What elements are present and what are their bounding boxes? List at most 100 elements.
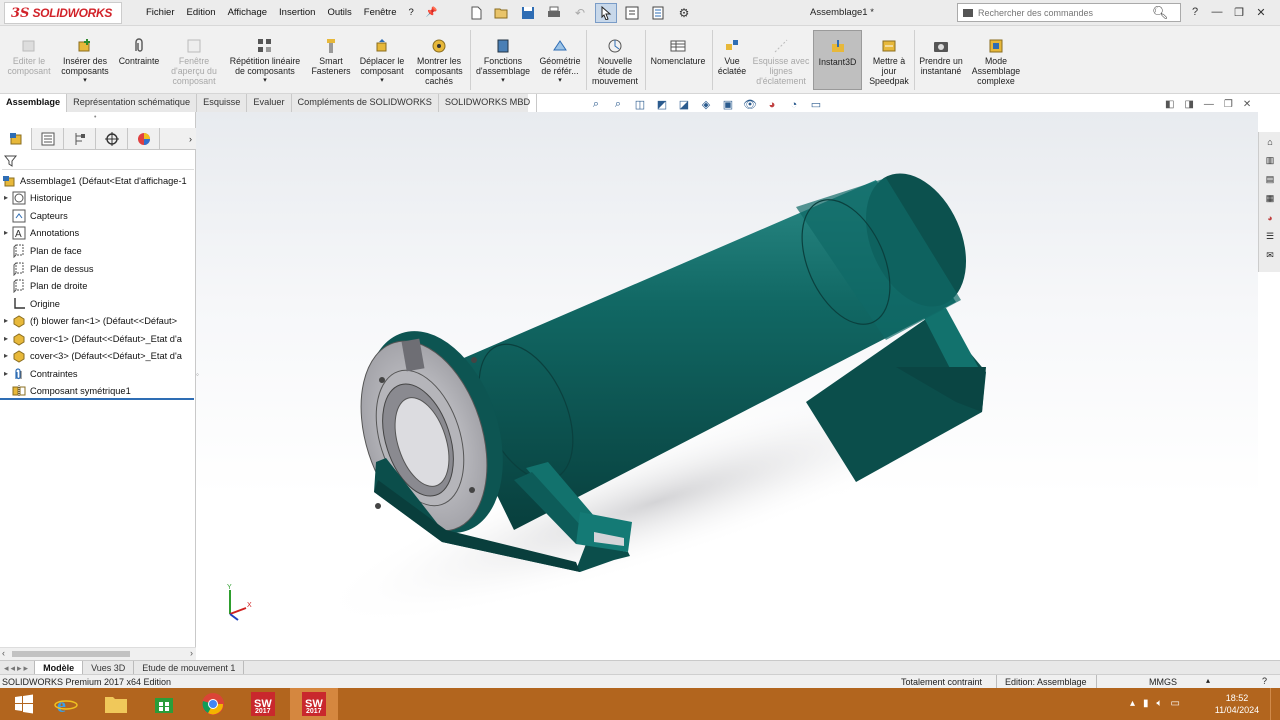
open-icon[interactable] [491, 3, 513, 23]
menu-fenetre[interactable]: Fenêtre [358, 4, 403, 21]
expand-arrow-icon[interactable]: ▸ [0, 228, 12, 237]
edit-appearance-icon[interactable]: ◕ [764, 97, 780, 112]
tab-feature-manager[interactable] [0, 128, 32, 150]
zoom-to-area-icon[interactable]: ⌕ [610, 97, 626, 112]
tab-evaluer[interactable]: Evaluer [247, 94, 292, 112]
select-cursor-icon[interactable] [595, 3, 617, 23]
tree-root-assembly[interactable]: Assemblage1 (Défaut<Etat d'affichage-1 [2, 172, 187, 189]
minimize-button[interactable]: — [1207, 3, 1227, 21]
viewport-close-button[interactable]: ✕ [1243, 99, 1251, 110]
menu-fichier[interactable]: Fichier [140, 4, 181, 21]
menu-outils[interactable]: Outils [321, 4, 357, 21]
tab-nav-arrows-icon[interactable]: ◂◂▸▸ [0, 660, 36, 675]
tab-modele[interactable]: Modèle [35, 660, 84, 675]
tab-property-manager[interactable] [32, 128, 64, 150]
close-button[interactable]: ✕ [1251, 3, 1271, 21]
file-explorer-button[interactable] [92, 688, 140, 720]
insert-components-button[interactable]: Insérer des composants ▾ [57, 38, 113, 86]
menu-insertion[interactable]: Insertion [273, 4, 321, 21]
view-palette-icon[interactable]: ▦ [1259, 189, 1280, 208]
tab-mbd[interactable]: SOLIDWORKS MBD [439, 94, 538, 112]
print-icon[interactable] [543, 3, 565, 23]
tree-item-cover-3[interactable]: ▸ cover<3> (Défaut<<Défaut>_Etat d'a [0, 347, 182, 364]
options-gear-icon[interactable]: ⚙ [673, 3, 695, 23]
volume-icon[interactable]: 🔈︎ [1157, 698, 1163, 709]
keyboard-icon[interactable]: ▭ [1171, 698, 1180, 709]
tree-item-blower-fan[interactable]: ▸ (f) blower fan<1> (Défaut<<Défaut> [0, 312, 177, 329]
scrollbar-thumb[interactable] [12, 651, 130, 657]
tab-more-chevron-icon[interactable]: › [160, 128, 196, 150]
undo-icon[interactable]: ↶ [569, 3, 591, 23]
tree-item-mirror-component[interactable]: Composant symétrique1 [0, 383, 194, 400]
tree-item-capteurs[interactable]: Capteurs [0, 207, 68, 224]
search-input[interactable] [978, 7, 1148, 18]
windows-start-button[interactable] [0, 688, 48, 720]
menu-help[interactable]: ? [403, 4, 420, 21]
bill-of-materials-button[interactable]: Nomenclature [647, 38, 709, 66]
tab-esquisse[interactable]: Esquisse [197, 94, 248, 112]
view-orientation-icon[interactable]: ◈ [698, 97, 714, 112]
show-hidden-components-button[interactable]: Montrer les composants cachés [412, 38, 466, 86]
panel-resize-handle[interactable]: ◦ [196, 370, 202, 384]
expand-arrow-icon[interactable]: ▸ [0, 369, 12, 378]
tree-filter[interactable] [2, 152, 194, 170]
viewport-tile-icon[interactable]: ◧ [1165, 99, 1174, 110]
dynamic-annotation-icon[interactable]: ◪ [676, 97, 692, 112]
tab-vues-3d[interactable]: Vues 3D [83, 660, 135, 675]
tree-item-cover-1[interactable]: ▸ cover<1> (Défaut<<Défaut>_Etat d'a [0, 330, 182, 347]
file-explorer-icon[interactable]: ▤ [1259, 170, 1280, 189]
save-icon[interactable] [517, 3, 539, 23]
explode-line-sketch-button[interactable]: Esquisse avec lignes d'éclatement [752, 38, 810, 86]
custom-properties-icon[interactable]: ☰ [1259, 227, 1280, 246]
previous-view-icon[interactable]: ◫ [632, 97, 648, 112]
expand-arrow-icon[interactable]: ▸ [0, 334, 12, 343]
section-view-icon[interactable]: ◩ [654, 97, 670, 112]
chrome-button[interactable] [189, 688, 237, 720]
tab-assemblage[interactable]: Assemblage [0, 94, 68, 112]
menu-affichage[interactable]: Affichage [222, 4, 273, 21]
file-properties-icon[interactable] [647, 3, 669, 23]
edit-component-button[interactable]: Editer le composant [6, 38, 52, 76]
smart-fasteners-button[interactable]: Smart Fasteners [308, 38, 354, 76]
tree-item-plan-dessus[interactable]: Plan de dessus [0, 260, 94, 277]
tab-representation-schematique[interactable]: Représentation schématique [67, 94, 198, 112]
tree-item-contraintes[interactable]: ▸ Contraintes [0, 365, 78, 382]
assembly-model[interactable] [196, 112, 1258, 660]
apply-scene-icon[interactable]: ◔ [786, 97, 802, 112]
units-dropdown-icon[interactable]: ▴ [1206, 676, 1210, 685]
reference-geometry-button[interactable]: Géométrie de référ... ▾ [536, 38, 584, 86]
expand-arrow-icon[interactable]: ▸ [0, 193, 12, 202]
update-speedpak-button[interactable]: Mettre à jour Speedpak [866, 38, 912, 86]
appearances-icon[interactable]: ◕ [1259, 208, 1280, 227]
tree-item-annotations[interactable]: ▸ A Annotations [0, 224, 79, 241]
tab-dimxpert-manager[interactable] [96, 128, 128, 150]
move-component-button[interactable]: Déplacer le composant ▾ [356, 38, 408, 86]
viewport-restore-button[interactable]: ❐ [1224, 99, 1233, 110]
design-library-icon[interactable]: ▥ [1259, 151, 1280, 170]
tab-display-manager[interactable] [128, 128, 160, 150]
restore-button[interactable]: ❐ [1229, 3, 1249, 21]
hide-show-items-icon[interactable]: 👁︎ [742, 97, 758, 112]
assembly-features-button[interactable]: Fonctions d'assemblage ▾ [472, 38, 534, 86]
solidworks-resources-icon[interactable]: ⌂ [1259, 132, 1280, 151]
tree-item-plan-face[interactable]: Plan de face [0, 242, 82, 259]
large-assembly-mode-button[interactable]: Mode Assemblage complexe [968, 38, 1024, 86]
component-preview-button[interactable]: Fenêtre d'aperçu du composant [166, 38, 222, 86]
panel-collapse-handle[interactable]: • [94, 114, 96, 121]
mate-button[interactable]: Contrainte [116, 38, 162, 66]
forum-icon[interactable]: ✉ [1259, 246, 1280, 265]
command-search[interactable]: 🔍︎ [957, 3, 1181, 22]
store-button[interactable] [140, 688, 188, 720]
units-selector[interactable]: MMGS [1149, 677, 1177, 687]
search-icon[interactable]: 🔍︎ [1152, 5, 1169, 21]
show-desktop-button[interactable] [1270, 688, 1280, 720]
help-icon[interactable]: ? [1185, 3, 1205, 21]
expand-arrow-icon[interactable]: ▸ [0, 351, 12, 360]
tree-item-plan-droite[interactable]: Plan de droite [0, 277, 87, 294]
pin-icon[interactable]: 📌 [420, 4, 444, 21]
tree-item-origine[interactable]: Origine [0, 295, 60, 312]
network-icon[interactable]: ▮ [1143, 698, 1149, 709]
tree-horizontal-scrollbar[interactable]: ‹ › [0, 647, 196, 660]
graphics-area[interactable]: Y X [196, 112, 1258, 660]
take-snapshot-button[interactable]: Prendre un instantané [916, 38, 966, 76]
